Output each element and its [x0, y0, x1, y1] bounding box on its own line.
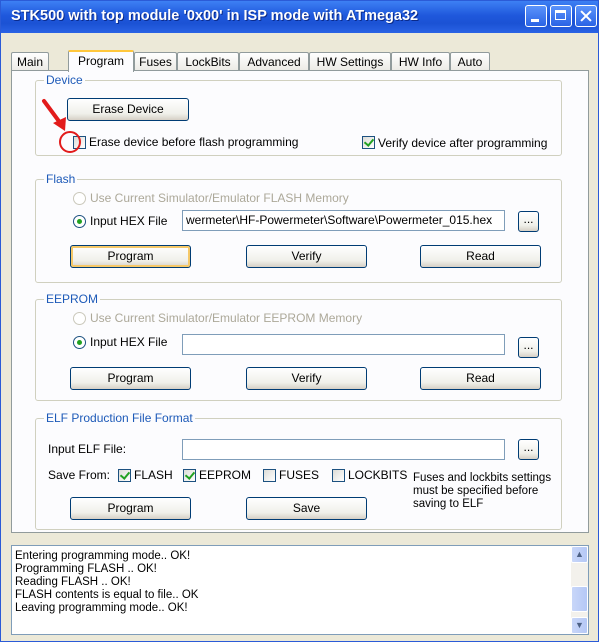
annotation-circle [59, 131, 81, 153]
tab-main[interactable]: Main [11, 52, 49, 70]
tab-lockbits[interactable]: LockBits [177, 52, 239, 70]
verify-after-programming-checkbox[interactable] [362, 136, 375, 149]
elf-group-title: ELF Production File Format [44, 411, 195, 425]
save-lockbits-checkbox[interactable] [332, 469, 345, 482]
scroll-up-icon[interactable]: ▲ [571, 546, 588, 563]
elf-save-button[interactable]: Save [246, 497, 367, 520]
log-line: Reading FLASH .. OK! [15, 576, 131, 588]
annotation-arrow-icon [42, 99, 66, 131]
elf-browse-button[interactable]: ... [518, 439, 539, 460]
program-panel: Device Erase Device Erase device before … [11, 70, 589, 533]
log-scrollbar[interactable]: ▲ ▼ [571, 546, 588, 634]
main-window: STK500 with top module '0x00' in ISP mod… [0, 0, 599, 642]
title-bar[interactable]: STK500 with top module '0x00' in ISP mod… [1, 1, 598, 33]
eeprom-read-button[interactable]: Read [420, 367, 541, 390]
elf-note-line-3: saving to ELF [413, 498, 484, 510]
elf-group: ELF Production File Format Input ELF Fil… [35, 411, 562, 530]
log-line: Leaving programming mode.. OK! [15, 602, 188, 614]
window-title: STK500 with top module '0x00' in ISP mod… [11, 8, 419, 24]
elf-file-path-input[interactable] [182, 439, 505, 460]
flash-file-path-input[interactable]: wermeter\HF-Powermeter\Software\Powermet… [182, 210, 505, 231]
eeprom-group: EEPROM Use Current Simulator/Emulator EE… [35, 292, 562, 401]
eeprom-input-hex-radio[interactable] [73, 336, 86, 349]
eeprom-verify-button[interactable]: Verify [246, 367, 367, 390]
eeprom-group-title: EEPROM [44, 292, 101, 306]
erase-device-button[interactable]: Erase Device [67, 98, 189, 121]
tab-advanced[interactable]: Advanced [239, 52, 309, 70]
tab-hw-settings[interactable]: HW Settings [309, 52, 391, 70]
tab-hw-info[interactable]: HW Info [391, 52, 450, 70]
log-line: Entering programming mode.. OK! [15, 550, 191, 562]
flash-read-button[interactable]: Read [420, 245, 541, 268]
close-icon[interactable] [575, 5, 597, 27]
flash-input-hex-radio[interactable] [73, 215, 86, 228]
eeprom-file-path-input[interactable] [182, 334, 505, 355]
flash-program-button[interactable]: Program [70, 245, 191, 268]
elf-note-line-2: must be specified before [413, 485, 539, 497]
log-line: Programming FLASH .. OK! [15, 563, 157, 575]
elf-note-line-1: Fuses and lockbits settings [413, 472, 552, 484]
minimize-icon[interactable] [525, 5, 547, 27]
eeprom-program-button[interactable]: Program [70, 367, 191, 390]
eeprom-input-hex-label: Input HEX File [90, 335, 168, 349]
save-from-label: Save From: [48, 468, 111, 482]
flash-use-simulator-label: Use Current Simulator/Emulator FLASH Mem… [90, 191, 349, 205]
scroll-down-icon[interactable]: ▼ [571, 617, 588, 634]
elf-program-button[interactable]: Program [70, 497, 191, 520]
verify-after-programming-label: Verify device after programming [378, 136, 548, 150]
flash-browse-button[interactable]: ... [518, 211, 539, 232]
flash-group-title: Flash [44, 172, 78, 186]
eeprom-use-simulator-radio[interactable] [73, 312, 86, 325]
save-flash-checkbox[interactable] [118, 469, 131, 482]
maximize-icon[interactable] [550, 5, 572, 27]
save-eeprom-label: EEPROM [199, 468, 252, 482]
save-eeprom-checkbox[interactable] [183, 469, 196, 482]
save-fuses-label: FUSES [279, 468, 320, 482]
flash-use-simulator-radio[interactable] [73, 192, 86, 205]
save-lockbits-label: LOCKBITS [348, 468, 408, 482]
erase-before-flash-label: Erase device before flash programming [89, 135, 299, 149]
save-fuses-checkbox[interactable] [263, 469, 276, 482]
eeprom-browse-button[interactable]: ... [518, 337, 539, 358]
scroll-thumb[interactable] [571, 586, 588, 612]
device-group: Device Erase Device Erase device before … [35, 73, 562, 156]
log-line: FLASH contents is equal to file.. OK [15, 589, 199, 601]
flash-input-hex-label: Input HEX File [90, 214, 168, 228]
flash-group: Flash Use Current Simulator/Emulator FLA… [35, 172, 562, 283]
device-group-title: Device [44, 73, 85, 87]
save-flash-label: FLASH [134, 468, 173, 482]
status-log[interactable]: Entering programming mode.. OK! Programm… [11, 545, 589, 635]
eeprom-use-simulator-label: Use Current Simulator/Emulator EEPROM Me… [90, 311, 363, 325]
tab-program[interactable]: Program [68, 50, 134, 72]
tab-fuses[interactable]: Fuses [134, 52, 177, 70]
elf-input-label: Input ELF File: [48, 442, 127, 456]
tab-auto[interactable]: Auto [450, 52, 490, 70]
flash-verify-button[interactable]: Verify [246, 245, 367, 268]
